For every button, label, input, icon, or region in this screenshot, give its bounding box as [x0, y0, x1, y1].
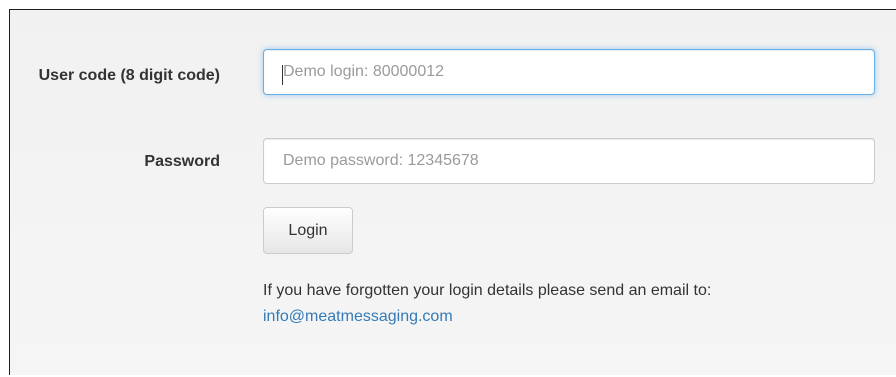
forgot-login-help: If you have forgotten your login details… — [263, 278, 711, 330]
password-input[interactable] — [263, 138, 875, 184]
user-code-input[interactable] — [263, 49, 875, 95]
user-code-label: User code (8 digit code) — [38, 67, 220, 84]
support-email-link[interactable]: info@meatmessaging.com — [263, 308, 453, 325]
login-button[interactable]: Login — [263, 207, 353, 254]
text-cursor — [282, 65, 283, 85]
help-text: If you have forgotten your login details… — [263, 282, 712, 299]
password-label: Password — [144, 153, 220, 170]
login-form-panel: User code (8 digit code) Password Login … — [9, 9, 896, 375]
